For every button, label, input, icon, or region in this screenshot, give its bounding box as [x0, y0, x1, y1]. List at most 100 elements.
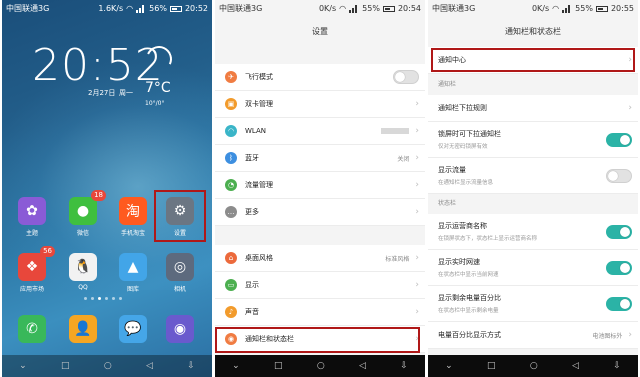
gallery-icon: ▲ — [119, 253, 147, 281]
more-icon: … — [225, 206, 237, 218]
settings-group-connectivity: ✈ 飞行模式 ▣ 双卡管理 › ◠ WLAN › ᛒ 蓝牙 关闭 › ◔ 流量管… — [215, 64, 425, 226]
dock-contacts[interactable]: 👤 — [63, 315, 103, 343]
nav-down-icon[interactable]: ⌄ — [445, 361, 453, 371]
dock-browser[interactable]: ◉ — [160, 315, 200, 343]
display-icon: ▭ — [225, 279, 237, 291]
battery-percent: 55% — [362, 4, 380, 13]
notification-settings-screen: 中国联通3G 0K/s ◠ 55% 20:55 通知栏和状态栏 通知中心 › 通… — [428, 0, 638, 377]
app-label: 图库 — [126, 286, 139, 293]
app-taobao[interactable]: 淘 手机淘宝 — [113, 197, 153, 237]
app-theme[interactable]: ✿ 主题 — [12, 197, 52, 237]
chevron-right-icon: › — [415, 126, 419, 136]
unread-badge: 18 — [91, 190, 106, 201]
app-label: 主题 — [25, 230, 38, 237]
weather-temperature[interactable]: 7°C — [145, 80, 171, 96]
nav-home-icon[interactable]: ○ — [530, 361, 538, 371]
nav-bar: ⌄ □ ○ ◁ ⇩ — [215, 355, 425, 377]
nav-notify-icon[interactable]: ⇩ — [400, 361, 408, 371]
clock-widget-date: 2月27日 — [88, 89, 116, 97]
settings-item-pulldown-rule[interactable]: 通知栏下拉规则 › — [428, 95, 638, 122]
qq-icon: 🐧 — [69, 253, 97, 281]
settings-item-show-carrier[interactable]: 显示运营商名称 在锁屏状态下，状态栏上显示运营商名称 — [428, 214, 638, 250]
settings-item-display[interactable]: ▭ 显示 › — [215, 272, 425, 299]
show-battery-percent-toggle[interactable] — [606, 296, 632, 311]
sim-icon: ▣ — [225, 98, 237, 110]
show-carrier-toggle[interactable] — [606, 224, 632, 239]
status-time: 20:52 — [184, 4, 208, 13]
app-qq[interactable]: 🐧 QQ — [63, 253, 103, 291]
status-time: 20:55 — [610, 4, 634, 13]
lockscreen-pulldown-toggle[interactable] — [606, 132, 632, 147]
settings-item-more[interactable]: … 更多 › — [215, 199, 425, 226]
weather-range: 10°/0° — [145, 100, 165, 107]
section-header-status-bar: 状态栏 — [428, 194, 638, 214]
nav-back-icon[interactable]: ◁ — [572, 361, 579, 371]
settings-item-sound[interactable]: ♪ 声音 › — [215, 299, 425, 326]
settings-item-dual-sim[interactable]: ▣ 双卡管理 › — [215, 91, 425, 118]
signal-icon — [136, 5, 146, 13]
wifi-icon: ◠ — [552, 4, 560, 13]
nav-down-icon[interactable]: ⌄ — [232, 361, 240, 371]
settings-item-lockscreen-pulldown[interactable]: 锁屏时可下拉通知栏 仅对无密码锁屏有效 — [428, 122, 638, 158]
nav-recents-icon[interactable]: □ — [487, 361, 496, 371]
settings-item-label: 桌面风格 — [245, 254, 273, 262]
net-speed: 0K/s — [531, 4, 550, 13]
settings-item-bluetooth[interactable]: ᛒ 蓝牙 关闭 › — [215, 145, 425, 172]
settings-item-home-style[interactable]: ⌂ 桌面风格 标准风格 › — [215, 245, 425, 272]
camera-icon: ◎ — [166, 253, 194, 281]
settings-item-show-battery-percent[interactable]: 显示剩余电量百分比 在状态栏中显示剩余电量 — [428, 286, 638, 322]
app-camera[interactable]: ◎ 相机 — [160, 253, 200, 293]
browser-glyph: ◉ — [173, 321, 187, 337]
chevron-right-icon: › — [628, 330, 632, 340]
status-bar-group: 显示运营商名称 在锁屏状态下，状态栏上显示运营商名称 显示实时网速 在状态栏中显示当… — [428, 214, 638, 349]
clock-widget-weekday: 周一 — [119, 89, 133, 97]
taobao-icon: 淘 — [119, 197, 147, 225]
highlight-box-notification-center — [431, 48, 635, 72]
settings-item-airplane[interactable]: ✈ 飞行模式 — [215, 64, 425, 91]
settings-item-wlan[interactable]: ◠ WLAN › — [215, 118, 425, 145]
status-bar: 中国联通3G 0K/s ◠ 55% 20:55 — [428, 0, 638, 18]
app-label: QQ — [78, 284, 88, 291]
nav-home-icon[interactable]: ○ — [104, 361, 112, 371]
settings-item-battery-percent-style[interactable]: 电量百分比显示方式 电池图标外 › — [428, 322, 638, 349]
nav-recents-icon[interactable]: □ — [61, 361, 70, 371]
settings-item-subtitle: 在通知栏显示流量信息 — [438, 180, 494, 186]
nav-back-icon[interactable]: ◁ — [359, 361, 366, 371]
show-net-speed-toggle[interactable] — [606, 260, 632, 275]
settings-item-data-usage[interactable]: ◔ 流量管理 › — [215, 172, 425, 199]
notification-bar-group: 通知栏下拉规则 › 锁屏时可下拉通知栏 仅对无密码锁屏有效 显示流量 在通知栏显示流… — [428, 95, 638, 194]
app-wechat[interactable]: ● 18 微信 — [63, 190, 106, 237]
page-title: 通知栏和状态栏 — [428, 18, 638, 46]
nav-down-icon[interactable]: ⌄ — [19, 361, 27, 371]
settings-item-label: 声音 — [245, 308, 259, 316]
data-usage-icon: ◔ — [225, 179, 237, 191]
chevron-right-icon: › — [628, 103, 632, 113]
show-data-toggle[interactable] — [606, 168, 632, 183]
airplane-toggle[interactable] — [393, 70, 419, 84]
nav-notify-icon[interactable]: ⇩ — [613, 361, 621, 371]
dock-phone[interactable]: ✆ — [12, 315, 52, 343]
app-gallery[interactable]: ▲ 图库 — [113, 253, 153, 293]
nav-home-icon[interactable]: ○ — [317, 361, 325, 371]
net-speed: 0K/s — [318, 4, 337, 13]
taobao-glyph: 淘 — [126, 204, 140, 220]
nav-notify-icon[interactable]: ⇩ — [187, 361, 195, 371]
highlight-box-settings — [154, 190, 206, 242]
battery-percent: 55% — [575, 4, 593, 13]
chevron-right-icon: › — [415, 153, 419, 163]
wechat-icon: ● 18 — [69, 190, 106, 225]
status-bar: 中国联通3G 1.6K/s ◠ 56% 20:52 — [2, 0, 212, 18]
battery-icon — [382, 6, 395, 12]
app-market[interactable]: ❖ 56 应用市场 — [12, 246, 55, 293]
dock-messages[interactable]: 💬 — [113, 315, 153, 343]
settings-item-show-net-speed[interactable]: 显示实时网速 在状态栏中显示当前网速 — [428, 250, 638, 286]
nav-recents-icon[interactable]: □ — [274, 361, 283, 371]
net-speed: 1.6K/s — [98, 4, 124, 13]
battery-icon — [595, 6, 608, 12]
settings-item-label: 更多 — [245, 208, 259, 216]
signal-icon — [562, 5, 572, 13]
section-header-notification-bar: 通知栏 — [428, 75, 638, 95]
settings-item-label: 双卡管理 — [245, 100, 273, 108]
settings-item-show-data[interactable]: 显示流量 在通知栏显示流量信息 — [428, 158, 638, 194]
nav-back-icon[interactable]: ◁ — [146, 361, 153, 371]
